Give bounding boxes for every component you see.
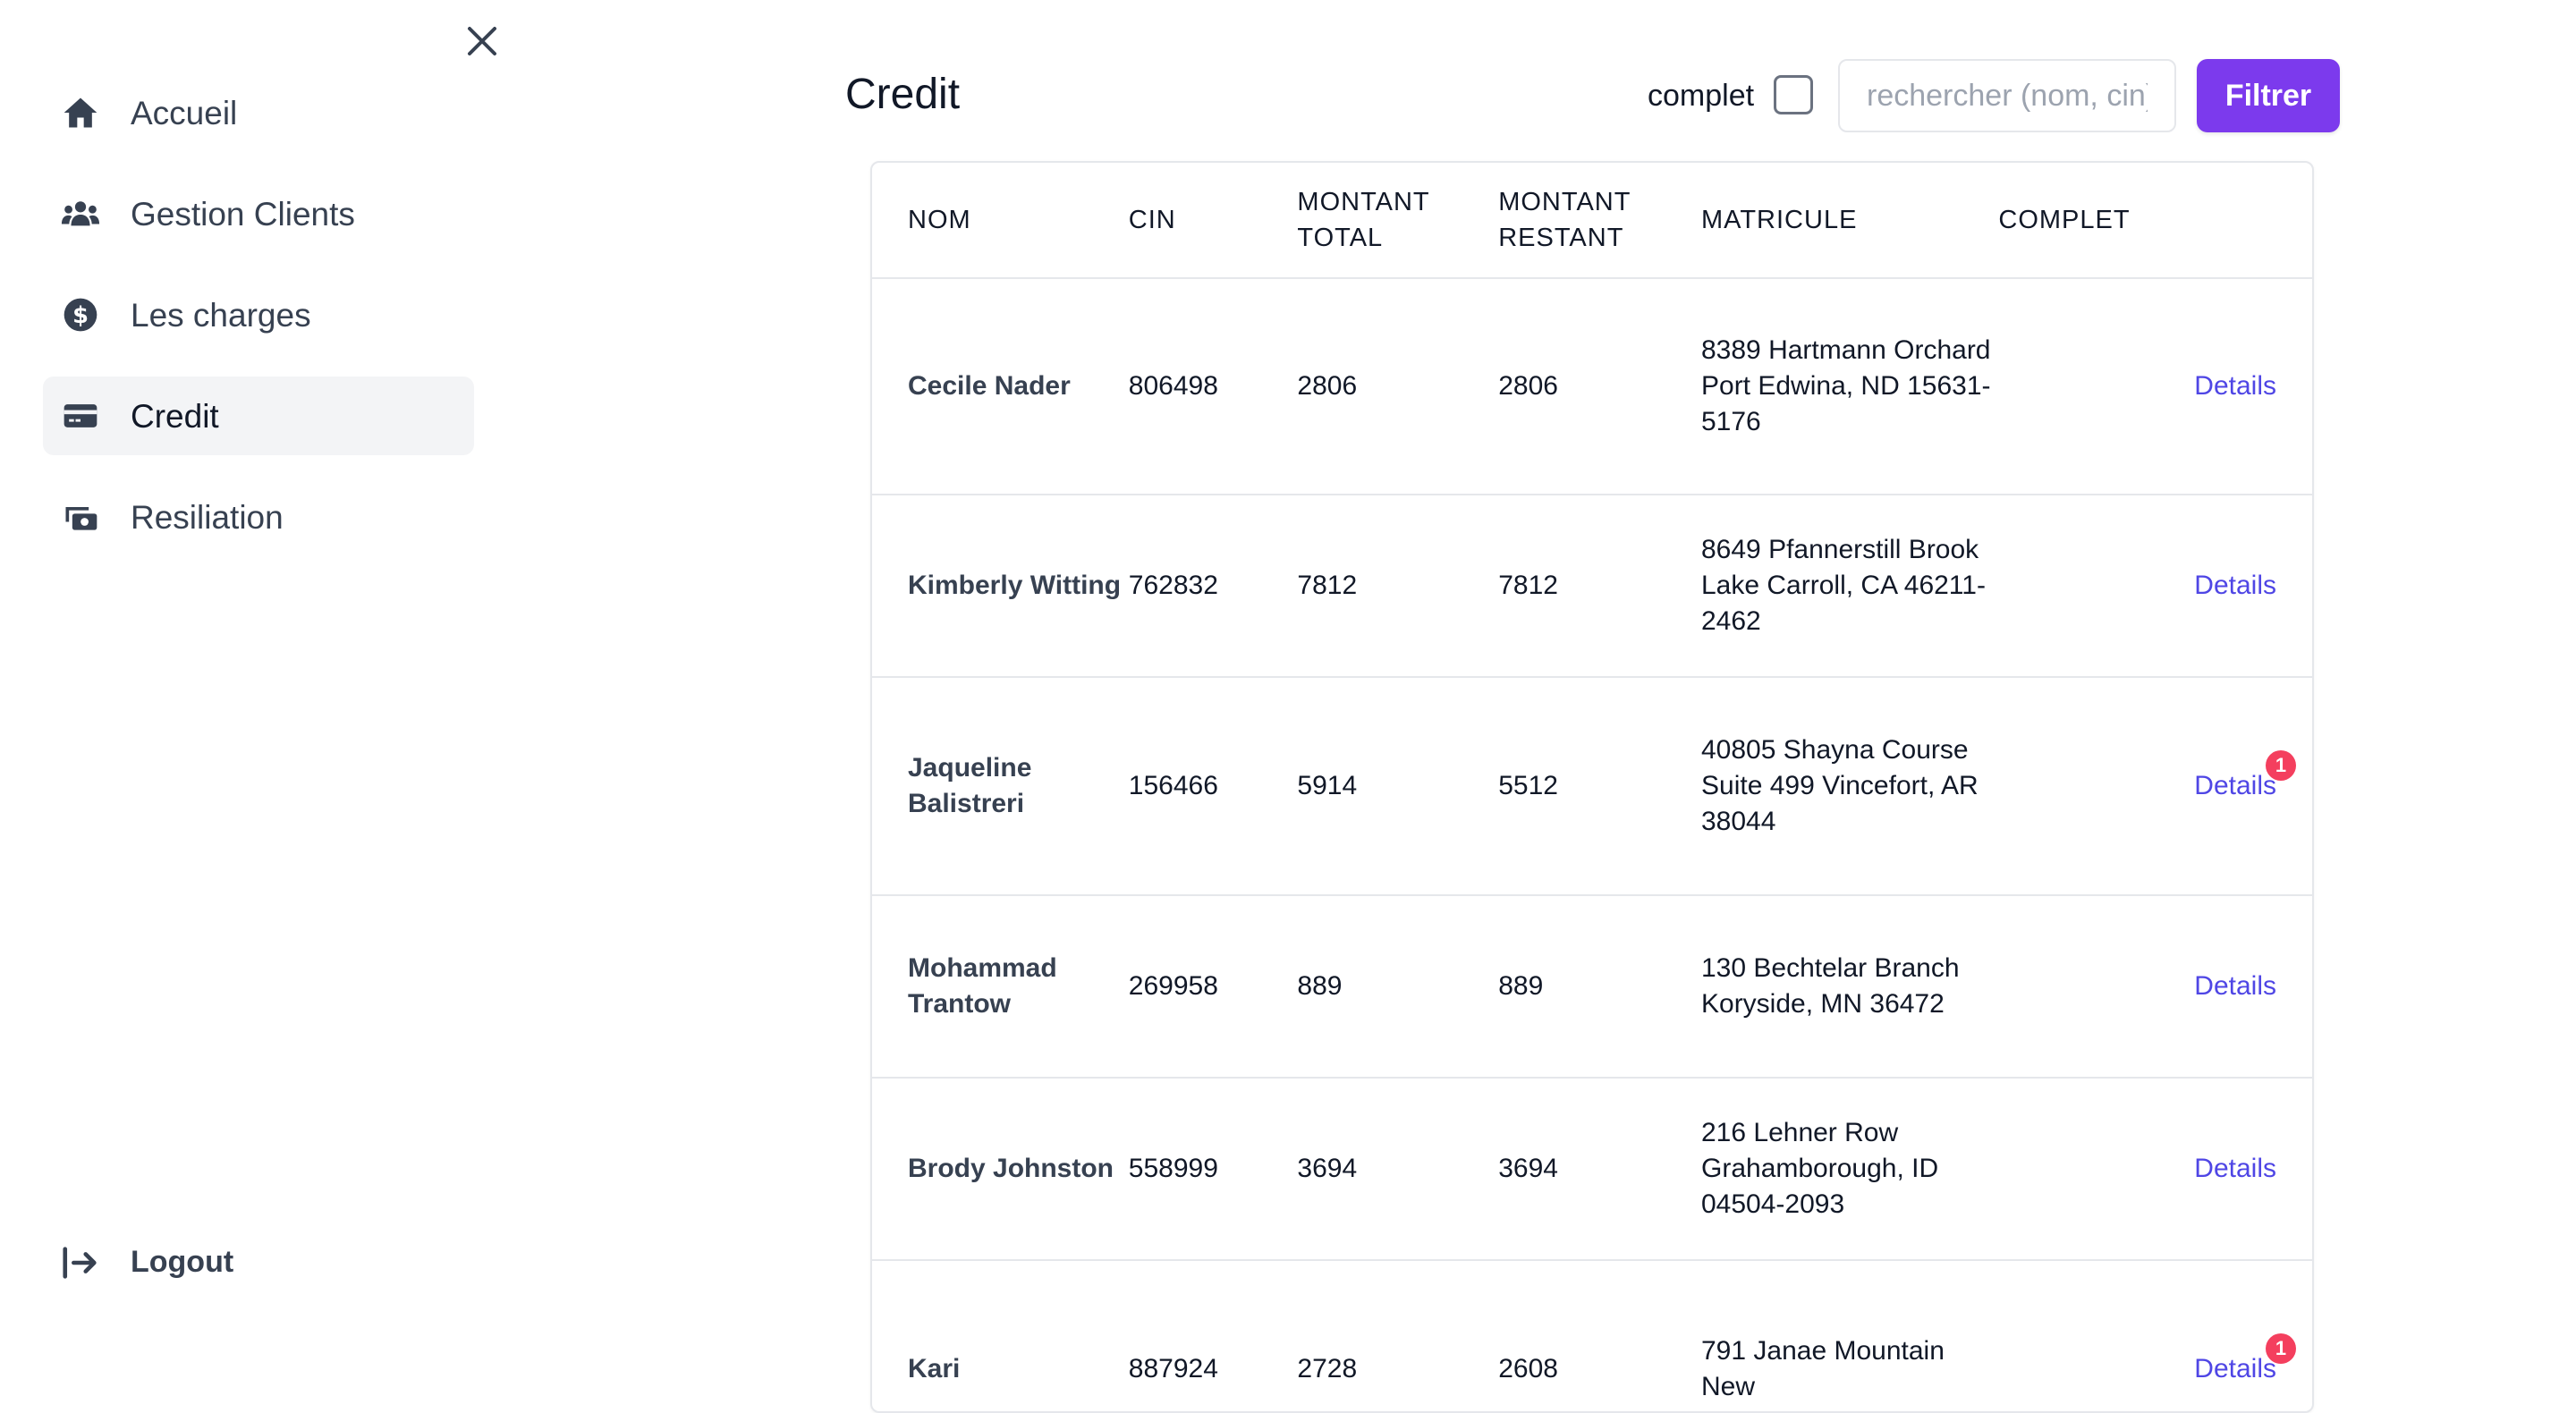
details-label: Details: [2194, 371, 2276, 401]
table-row: Brody Johnston 558999 3694 3694 216 Lehn…: [872, 1078, 2312, 1261]
sidebar-item-label: Credit: [131, 398, 219, 435]
cell-nom: Kari: [872, 1260, 1129, 1411]
details-link[interactable]: Details 1: [2194, 750, 2296, 804]
cell-cin: 269958: [1128, 895, 1298, 1079]
cell-complet: [1998, 495, 2195, 678]
logout-label: Logout: [131, 1245, 234, 1279]
cell-nom: Kimberly Witting: [872, 495, 1129, 678]
cell-nom: Jaqueline Balistreri: [872, 677, 1129, 896]
cell-cin: 887924: [1128, 1260, 1298, 1411]
table-header-row: NOM CIN MONTANT TOTAL MONTANT RESTANT MA…: [872, 163, 2312, 279]
cell-montant-restant: 7812: [1498, 495, 1701, 678]
sidebar-item-label: Gestion Clients: [131, 196, 355, 233]
details-link[interactable]: Details: [2194, 368, 2276, 404]
column-header-cin: CIN: [1128, 163, 1298, 279]
sidebar-item-accueil[interactable]: Accueil: [43, 73, 474, 152]
cell-actions: Details 1: [2194, 1260, 2312, 1411]
column-header-montant-restant: MONTANT RESTANT: [1498, 163, 1701, 279]
cell-nom: Cecile Nader: [872, 278, 1129, 495]
cell-actions: Details 1: [2194, 677, 2312, 896]
cell-nom: Brody Johnston: [872, 1078, 1129, 1261]
cell-complet: [1998, 677, 2195, 896]
table-row: Mohammad Trantow 269958 889 889 130 Bech…: [872, 895, 2312, 1079]
cell-montant-restant: 3694: [1498, 1078, 1701, 1261]
details-link[interactable]: Details 1: [2194, 1333, 2296, 1387]
details-label: Details: [2194, 971, 2276, 1001]
cell-complet: [1998, 895, 2195, 1079]
sidebar-item-resiliation[interactable]: Resiliation: [43, 478, 474, 556]
complet-label: complet: [1648, 79, 1755, 113]
cell-complet: [1998, 1078, 2195, 1261]
cell-actions: Details: [2194, 278, 2312, 495]
logout-icon: [59, 1241, 102, 1284]
sidebar-item-gestion-clients[interactable]: Gestion Clients: [43, 174, 474, 253]
cell-matricule: 8649 Pfannerstill Brook Lake Carroll, CA…: [1701, 495, 1999, 678]
cell-actions: Details: [2194, 495, 2312, 678]
close-icon: [468, 27, 496, 55]
cell-cin: 806498: [1128, 278, 1298, 495]
search-input[interactable]: [1838, 59, 2176, 132]
details-label: Details: [2194, 1354, 2276, 1383]
cell-montant-total: 2728: [1297, 1260, 1499, 1411]
page-title: Credit: [845, 71, 961, 118]
table-row: Jaqueline Balistreri 156466 5914 5512 40…: [872, 677, 2312, 896]
cell-matricule: 791 Janae Mountain New: [1701, 1260, 1999, 1411]
details-label: Details: [2194, 571, 2276, 600]
cell-montant-restant: 889: [1498, 895, 1701, 1079]
details-label: Details: [2194, 771, 2276, 800]
credit-card-icon: [59, 394, 102, 437]
cell-matricule: 40805 Shayna Course Suite 499 Vincefort,…: [1701, 677, 1999, 896]
cell-montant-restant: 5512: [1498, 677, 1701, 896]
filter-button[interactable]: Filtrer: [2197, 59, 2340, 132]
cash-stack-icon: [59, 495, 102, 538]
cell-complet: [1998, 278, 2195, 495]
sidebar-item-label: Accueil: [131, 95, 238, 131]
column-header-nom: NOM: [872, 163, 1129, 279]
sidebar-item-les-charges[interactable]: $ Les charges: [43, 275, 474, 354]
cell-cin: 558999: [1128, 1078, 1298, 1261]
column-header-matricule: MATRICULE: [1701, 163, 1999, 279]
cell-montant-total: 3694: [1297, 1078, 1499, 1261]
table-row: Kimberly Witting 762832 7812 7812 8649 P…: [872, 495, 2312, 678]
cell-matricule: 130 Bechtelar Branch Koryside, MN 36472: [1701, 895, 1999, 1079]
column-header-actions: [2194, 163, 2312, 279]
details-label: Details: [2194, 1154, 2276, 1183]
notification-badge: 1: [2266, 750, 2296, 781]
sidebar-item-credit[interactable]: Credit: [43, 377, 474, 455]
column-header-complet: COMPLET: [1998, 163, 2195, 279]
home-icon: [59, 91, 102, 134]
details-link[interactable]: Details: [2194, 1151, 2276, 1187]
table-row: Kari 887924 2728 2608 791 Janae Mountain…: [872, 1260, 2312, 1411]
details-link[interactable]: Details: [2194, 568, 2276, 604]
table-row: Cecile Nader 806498 2806 2806 8389 Hartm…: [872, 278, 2312, 495]
users-icon: [59, 192, 102, 235]
cell-matricule: 8389 Hartmann Orchard Port Edwina, ND 15…: [1701, 278, 1999, 495]
cell-cin: 762832: [1128, 495, 1298, 678]
cell-montant-total: 5914: [1297, 677, 1499, 896]
cell-montant-restant: 2608: [1498, 1260, 1701, 1411]
cell-cin: 156466: [1128, 677, 1298, 896]
cell-nom: Mohammad Trantow: [872, 895, 1129, 1079]
cell-montant-restant: 2806: [1498, 278, 1701, 495]
cell-montant-total: 889: [1297, 895, 1499, 1079]
sidebar: Accueil Gestion Clients $ Les charges Cr…: [0, 0, 501, 1363]
cell-actions: Details: [2194, 1078, 2312, 1261]
dollar-circle-icon: $: [59, 293, 102, 336]
details-link[interactable]: Details: [2194, 969, 2276, 1004]
cell-matricule: 216 Lehner Row Grahamborough, ID 04504-2…: [1701, 1078, 1999, 1261]
column-header-montant-total: MONTANT TOTAL: [1297, 163, 1499, 279]
complet-checkbox[interactable]: [1774, 75, 1813, 114]
cell-montant-total: 7812: [1297, 495, 1499, 678]
svg-text:$: $: [72, 302, 89, 329]
credit-table: NOM CIN MONTANT TOTAL MONTANT RESTANT MA…: [870, 161, 2314, 1413]
cell-actions: Details: [2194, 895, 2312, 1079]
close-sidebar-button[interactable]: [461, 20, 504, 63]
sidebar-item-label: Les charges: [131, 297, 311, 334]
notification-badge: 1: [2266, 1333, 2296, 1364]
cell-montant-total: 2806: [1297, 278, 1499, 495]
sidebar-item-label: Resiliation: [131, 499, 284, 536]
logout-button[interactable]: Logout: [43, 1231, 311, 1295]
cell-complet: [1998, 1260, 2195, 1411]
